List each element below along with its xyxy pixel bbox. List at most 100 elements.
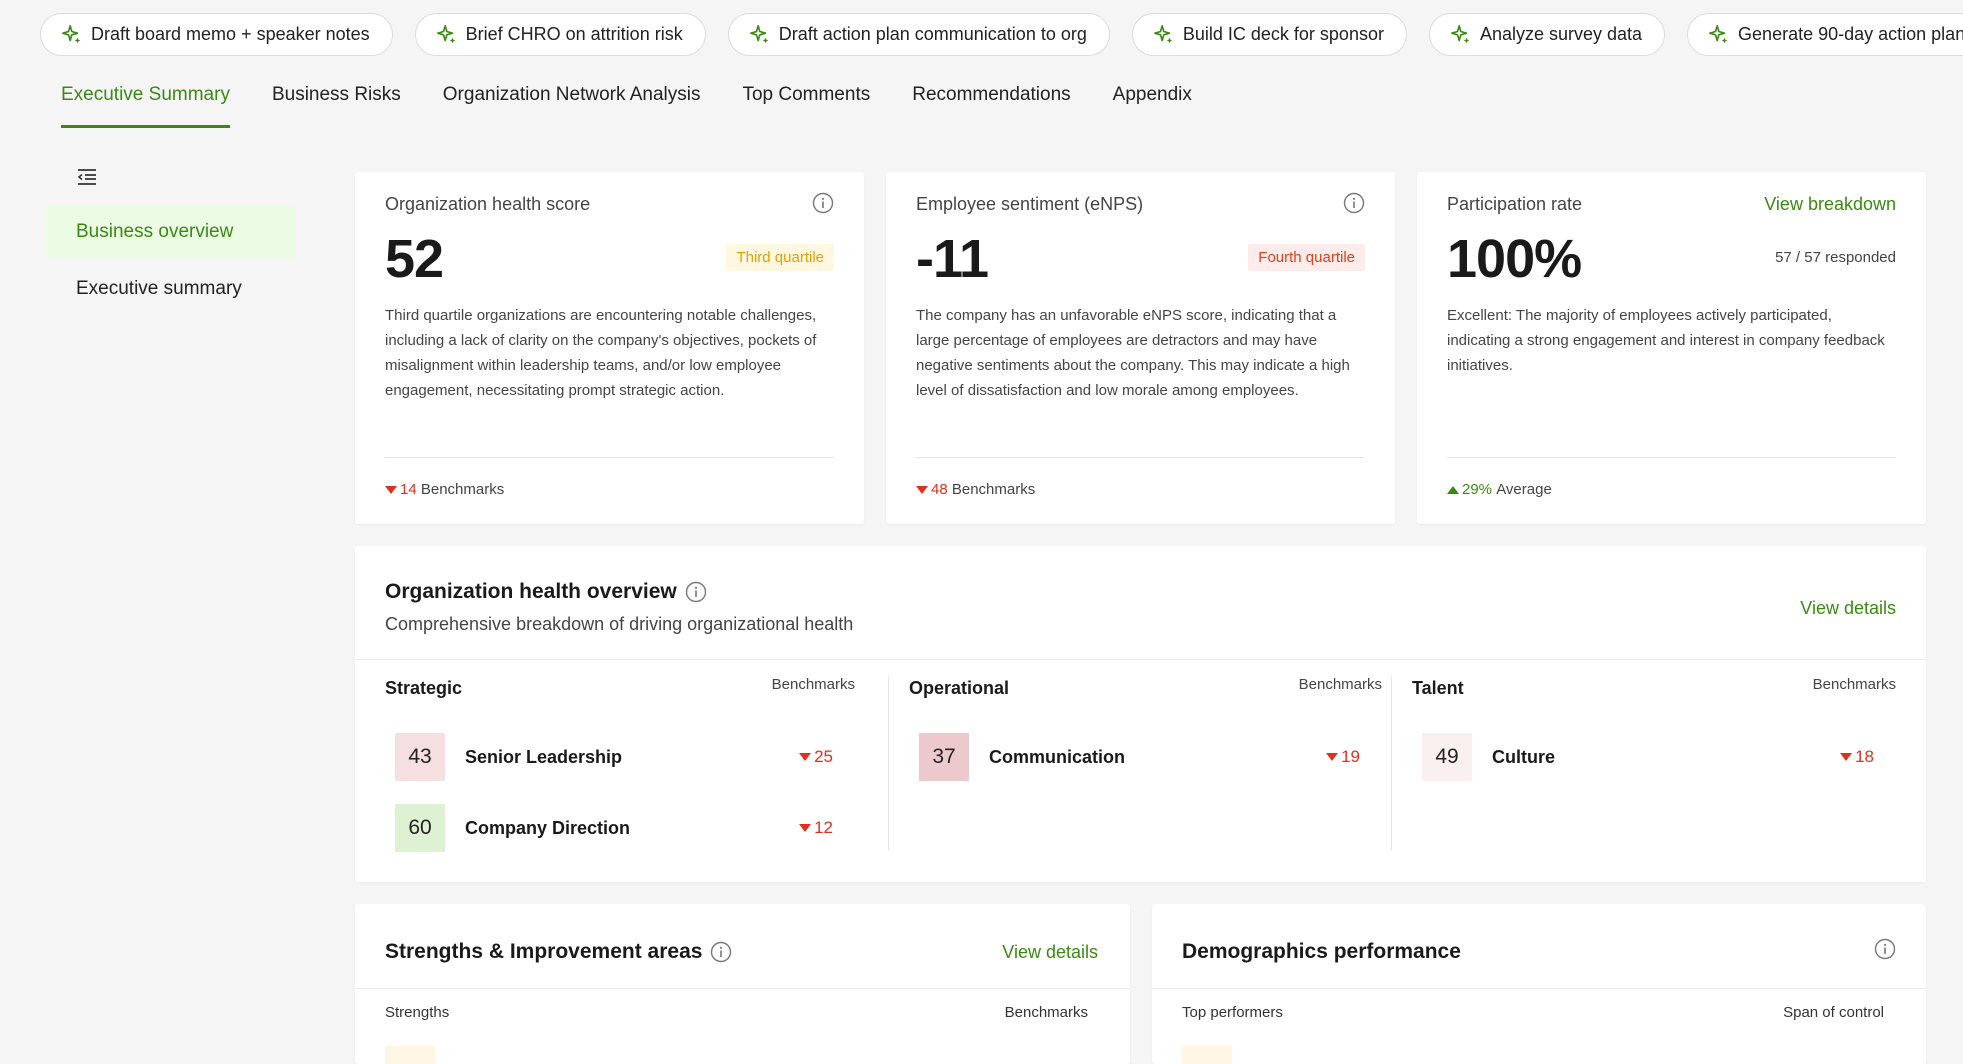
- column-benchmarks-label: Benchmarks: [771, 676, 855, 693]
- up-arrow-icon: [1447, 485, 1459, 494]
- org-health-overview-card: Organization health overview Comprehensi…: [355, 546, 1926, 882]
- chip-label: Build IC deck for sponsor: [1182, 24, 1384, 44]
- chip-label: Draft board memo + speaker notes: [91, 24, 370, 44]
- view-details-link[interactable]: View details: [1002, 942, 1098, 963]
- health-score-value: 52: [385, 229, 444, 289]
- chip-draft-board-memo[interactable]: Draft board memo + speaker notes: [40, 13, 393, 56]
- divider: [1447, 457, 1896, 458]
- delta-label: Benchmarks: [420, 481, 505, 498]
- sparkle-icon: [749, 24, 768, 43]
- sparkle-icon: [62, 24, 81, 43]
- average-delta: 29% Average: [1447, 481, 1552, 498]
- benchmark-delta: 48 Benchmarks: [916, 481, 1035, 498]
- responded-count: 57 / 57 responded: [1775, 249, 1896, 266]
- card-description: The company has an unfavorable eNPS scor…: [916, 307, 1350, 399]
- chip-label: Draft action plan communication to org: [778, 24, 1087, 44]
- chip-generate-plan[interactable]: Generate 90-day action plan: [1687, 13, 1963, 56]
- strengths-title: Strengths & Improvement areas: [385, 940, 703, 963]
- tab-organization-network-analysis[interactable]: Organization Network Analysis: [443, 84, 701, 128]
- column-title: Talent: [1412, 678, 1464, 698]
- driver-row-company-direction[interactable]: 60 Company Direction 12: [395, 804, 855, 852]
- sparkle-icon: [1153, 24, 1173, 43]
- action-chips: Draft board memo + speaker notes Brief C…: [40, 13, 1963, 56]
- column-divider: [888, 676, 889, 851]
- info-icon[interactable]: [710, 941, 732, 963]
- driver-row-communication[interactable]: 37 Communication 19: [919, 733, 1382, 781]
- card-title: Organization health score: [385, 194, 591, 214]
- divider: [385, 457, 834, 458]
- delta-value: 48: [931, 481, 948, 498]
- divider: [916, 457, 1365, 458]
- column-title: Strategic: [385, 678, 463, 698]
- down-arrow-icon: [799, 824, 812, 832]
- participation-value: 100%: [1447, 229, 1582, 289]
- info-icon[interactable]: [685, 581, 707, 603]
- info-icon[interactable]: [812, 192, 834, 214]
- benchmarks-column-header: Benchmarks: [1004, 1004, 1088, 1021]
- section-title: Organization health overview: [385, 580, 707, 604]
- sidebar-item-business-overview[interactable]: Business overview: [46, 206, 296, 258]
- delta-value: 14: [400, 481, 417, 498]
- talent-column: Talent Benchmarks 49 Culture 18: [1412, 659, 1896, 859]
- view-breakdown-link[interactable]: View breakdown: [1764, 194, 1896, 215]
- driver-label: Senior Leadership: [465, 746, 623, 767]
- view-details-link[interactable]: View details: [1800, 598, 1896, 619]
- tab-top-comments[interactable]: Top Comments: [742, 84, 870, 128]
- driver-row-culture[interactable]: 49 Culture 18: [1422, 733, 1896, 781]
- health-score-card: Organization health score 52 Third quart…: [355, 172, 864, 524]
- delta-value: 29%: [1462, 481, 1493, 498]
- enps-card: Employee sentiment (eNPS) -11 Fourth qua…: [886, 172, 1395, 524]
- score-box: 49: [1422, 733, 1472, 781]
- delta-value: 18: [1855, 747, 1874, 766]
- delta-label: Benchmarks: [951, 481, 1036, 498]
- chip-label: Analyze survey data: [1479, 24, 1643, 44]
- enps-value: -11: [916, 229, 989, 289]
- tab-recommendations[interactable]: Recommendations: [912, 84, 1070, 128]
- info-icon[interactable]: [1343, 192, 1365, 214]
- operational-column: Operational Benchmarks 37 Communication …: [909, 659, 1382, 859]
- card-description: Third quartile organizations are encount…: [385, 307, 817, 399]
- column-benchmarks-label: Benchmarks: [1298, 676, 1382, 693]
- chip-label: Generate 90-day action plan: [1738, 24, 1963, 44]
- delta-value: 12: [814, 818, 833, 837]
- strategic-column: Strategic Benchmarks 43 Senior Leadershi…: [385, 659, 855, 859]
- tab-appendix[interactable]: Appendix: [1113, 84, 1192, 128]
- score-box: [385, 1046, 435, 1064]
- chip-brief-chro[interactable]: Brief CHRO on attrition risk: [414, 13, 706, 56]
- divider: [355, 988, 1130, 989]
- delta-value: 25: [814, 747, 833, 766]
- delta-value: 19: [1341, 747, 1360, 766]
- chip-draft-action-plan[interactable]: Draft action plan communication to org: [727, 13, 1110, 56]
- score-box: [1182, 1046, 1232, 1064]
- overview-subtitle: Comprehensive breakdown of driving organ…: [385, 614, 854, 634]
- delta-label: Average: [1496, 481, 1552, 498]
- column-divider: [1391, 676, 1392, 851]
- card-title: Participation rate: [1447, 194, 1583, 214]
- card-title: Employee sentiment (eNPS): [916, 194, 1144, 214]
- sparkle-icon: [1709, 24, 1728, 43]
- strengths-card: Strengths & Improvement areas View detai…: [355, 904, 1130, 1064]
- down-arrow-icon: [385, 485, 397, 494]
- score-box: 60: [395, 804, 445, 852]
- info-icon[interactable]: [1874, 938, 1896, 960]
- collapse-sidebar-icon[interactable]: [75, 165, 99, 189]
- down-arrow-icon: [799, 753, 812, 761]
- driver-row-senior-leadership[interactable]: 43 Senior Leadership 25: [395, 733, 855, 781]
- chip-analyze-survey[interactable]: Analyze survey data: [1428, 13, 1666, 56]
- participation-card: Participation rate View breakdown 100% 5…: [1417, 172, 1926, 524]
- sparkle-icon: [436, 24, 455, 43]
- column-title: Operational: [909, 678, 1010, 698]
- chip-label: Brief CHRO on attrition risk: [465, 24, 683, 44]
- sidebar-item-executive-summary[interactable]: Executive summary: [46, 263, 296, 315]
- column-benchmarks-label: Benchmarks: [1812, 676, 1896, 693]
- driver-label: Company Direction: [465, 817, 631, 838]
- tab-executive-summary[interactable]: Executive Summary: [61, 84, 230, 128]
- benchmark-delta: 12: [799, 818, 833, 838]
- down-arrow-icon: [1840, 753, 1853, 761]
- score-box: 37: [919, 733, 969, 781]
- benchmark-delta: 25: [799, 747, 833, 767]
- chip-build-ic-deck[interactable]: Build IC deck for sponsor: [1131, 13, 1407, 56]
- score-box: 43: [395, 733, 445, 781]
- tab-business-risks[interactable]: Business Risks: [272, 84, 401, 128]
- benchmark-delta: 14 Benchmarks: [385, 481, 504, 498]
